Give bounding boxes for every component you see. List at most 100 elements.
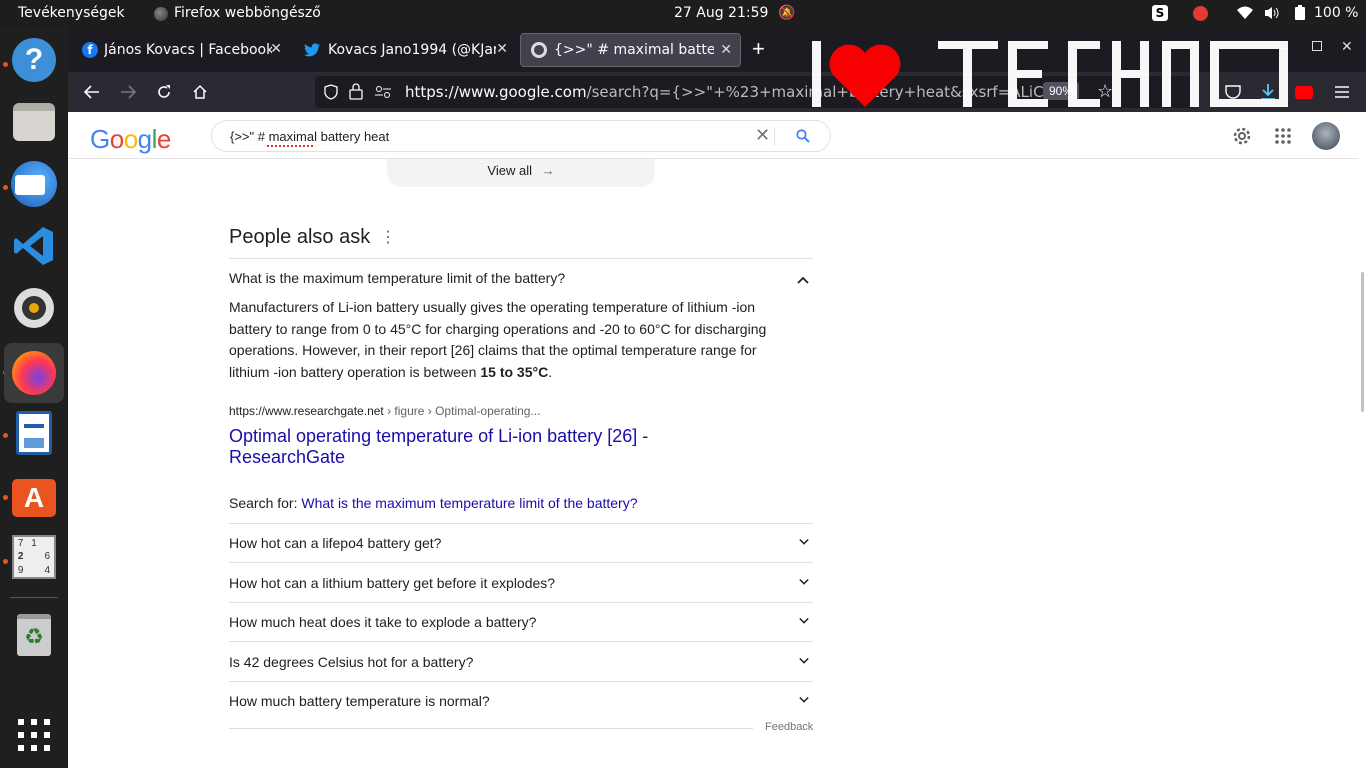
new-tab-button[interactable]: + (752, 38, 765, 60)
search-query-text: {>>" # maximal battery heat (230, 129, 390, 144)
clock[interactable]: 27 Aug 21:59 (674, 0, 768, 27)
twitter-icon (304, 43, 320, 57)
tab-facebook[interactable]: f János Kovacs | Facebook ✕ (72, 33, 290, 67)
running-indicator (3, 495, 8, 500)
trash-icon[interactable]: ♻ (9, 610, 59, 660)
result-path: › figure › Optimal-operating... (383, 404, 541, 418)
paa-answer: Manufacturers of Li-ion battery usually … (229, 297, 789, 383)
question-text: What is the maximum temperature limit of… (229, 270, 566, 286)
dock-separator (10, 597, 58, 598)
result-url: https://www.researchgate.net (229, 404, 384, 418)
url-bar[interactable]: https://www.google.com/search?q={>>"+%23… (315, 76, 1195, 108)
account-avatar[interactable] (1312, 122, 1340, 150)
result-breadcrumb[interactable]: https://www.researchgate.net › figure › … (229, 404, 540, 418)
more-options-icon[interactable]: ⋮ (380, 230, 396, 246)
close-tab-icon[interactable]: ✕ (496, 41, 508, 57)
question-text: How much battery temperature is normal? (229, 693, 490, 709)
search-for-label: Search for: (229, 495, 302, 511)
search-box[interactable]: {>>" # maximal battery heat ✕ (211, 120, 831, 152)
paa-question-expanded[interactable]: What is the maximum temperature limit of… (229, 259, 813, 299)
divider (229, 728, 753, 729)
tab-label: Kovacs Jano1994 (@KJar (328, 42, 496, 58)
activities-button[interactable]: Tevékenységek (18, 0, 125, 27)
firefox-small-icon (154, 6, 168, 21)
running-indicator (3, 185, 8, 190)
url-host: https://www.google.com (405, 83, 587, 101)
chevron-down-icon (799, 538, 809, 545)
google-apps-grid-icon[interactable] (1275, 128, 1291, 149)
question-text: How much heat does it take to explode a … (229, 614, 537, 630)
search-for-row: Search for: What is the maximum temperat… (229, 495, 638, 511)
reload-icon[interactable] (152, 80, 176, 104)
sudoku-icon[interactable]: 712694 (9, 532, 59, 582)
close-window-icon[interactable]: ✕ (1341, 38, 1353, 55)
lock-icon[interactable] (349, 83, 363, 105)
tab-twitter[interactable]: Kovacs Jano1994 (@KJar ✕ (294, 33, 516, 67)
youtube-extension-icon[interactable] (1292, 80, 1316, 104)
chevron-up-icon[interactable] (797, 271, 809, 289)
paa-question[interactable]: How much heat does it take to explode a … (229, 602, 813, 642)
close-tab-icon[interactable]: ✕ (720, 42, 732, 58)
paa-question[interactable]: Is 42 degrees Celsius hot for a battery? (229, 642, 813, 682)
libreoffice-writer-icon[interactable] (9, 408, 59, 458)
question-text: How hot can a lithium battery get before… (229, 575, 556, 591)
tracking-protection-icon[interactable] (323, 84, 339, 105)
notification-bell-icon: 🔕 (778, 5, 796, 21)
hamburger-menu-icon[interactable] (1330, 80, 1354, 104)
permissions-icon[interactable] (375, 85, 391, 104)
feedback-link[interactable]: Feedback (765, 721, 813, 733)
firefox-icon[interactable] (4, 343, 64, 403)
files-icon[interactable] (9, 97, 59, 147)
chevron-down-icon (799, 578, 809, 585)
home-icon[interactable] (188, 80, 212, 104)
rhythmbox-icon[interactable] (9, 283, 59, 333)
do-not-disturb-icon[interactable] (1193, 6, 1208, 21)
tab-label: János Kovacs | Facebook (104, 42, 272, 58)
chevron-down-icon (799, 657, 809, 664)
clear-search-icon[interactable]: ✕ (755, 125, 770, 146)
bookmark-star-icon[interactable]: ☆ (1097, 81, 1113, 102)
close-tab-icon[interactable]: ✕ (270, 41, 282, 57)
minimize-window-icon[interactable]: – (1280, 39, 1288, 55)
paa-question[interactable]: How hot can a lithium battery get before… (229, 563, 813, 603)
chevron-down-icon (799, 617, 809, 624)
maximize-window-icon[interactable] (1312, 41, 1322, 51)
view-all-button[interactable]: View all → (387, 159, 655, 187)
help-icon[interactable]: ? (9, 35, 59, 85)
system-top-bar: Tevékenységek Firefox webböngésző 27 Aug… (0, 0, 1366, 27)
vscode-icon[interactable] (9, 221, 59, 271)
paa-title: People also ask (229, 226, 371, 248)
answer-end: . (548, 363, 553, 380)
forward-icon[interactable] (116, 80, 140, 104)
battery-icon (1294, 0, 1306, 27)
tab-google-search[interactable]: {>>" # maximal battery h ✕ (520, 33, 741, 67)
running-indicator (3, 62, 8, 67)
answer-highlight: 15 to 35°C (480, 363, 549, 380)
zoom-level-badge[interactable]: 90% (1043, 82, 1080, 100)
paa-question[interactable]: How much battery temperature is normal? (229, 681, 813, 721)
question-text: How hot can a lifepo4 battery get? (229, 535, 442, 551)
google-header: Google {>>" # maximal battery heat ✕ (68, 112, 1358, 159)
pocket-icon[interactable] (1221, 80, 1245, 104)
view-all-label: View all (487, 163, 532, 178)
app-grid-icon[interactable] (9, 710, 59, 760)
search-box-divider (774, 128, 775, 146)
app-menu[interactable]: Firefox webböngésző (154, 0, 321, 27)
skype-tray-icon[interactable]: S (1152, 5, 1168, 21)
search-icon[interactable] (796, 129, 810, 148)
running-indicator (3, 433, 8, 438)
spellcheck-underline (267, 145, 313, 147)
ubuntu-software-icon[interactable]: A (9, 470, 59, 520)
google-logo[interactable]: Google (90, 124, 171, 155)
thunderbird-icon[interactable] (9, 159, 59, 209)
back-icon[interactable] (80, 80, 104, 104)
tab-label: {>>" # maximal battery h (554, 42, 714, 58)
settings-gear-icon[interactable] (1232, 126, 1252, 151)
page-scrollbar[interactable] (1361, 272, 1364, 412)
wifi-icon (1237, 0, 1253, 27)
search-for-link[interactable]: What is the maximum temperature limit of… (301, 495, 637, 511)
downloads-icon[interactable] (1256, 80, 1280, 104)
facebook-icon: f (82, 42, 98, 58)
result-title-link[interactable]: Optimal operating temperature of Li-ion … (229, 426, 679, 468)
paa-question[interactable]: How hot can a lifepo4 battery get? (229, 523, 813, 563)
